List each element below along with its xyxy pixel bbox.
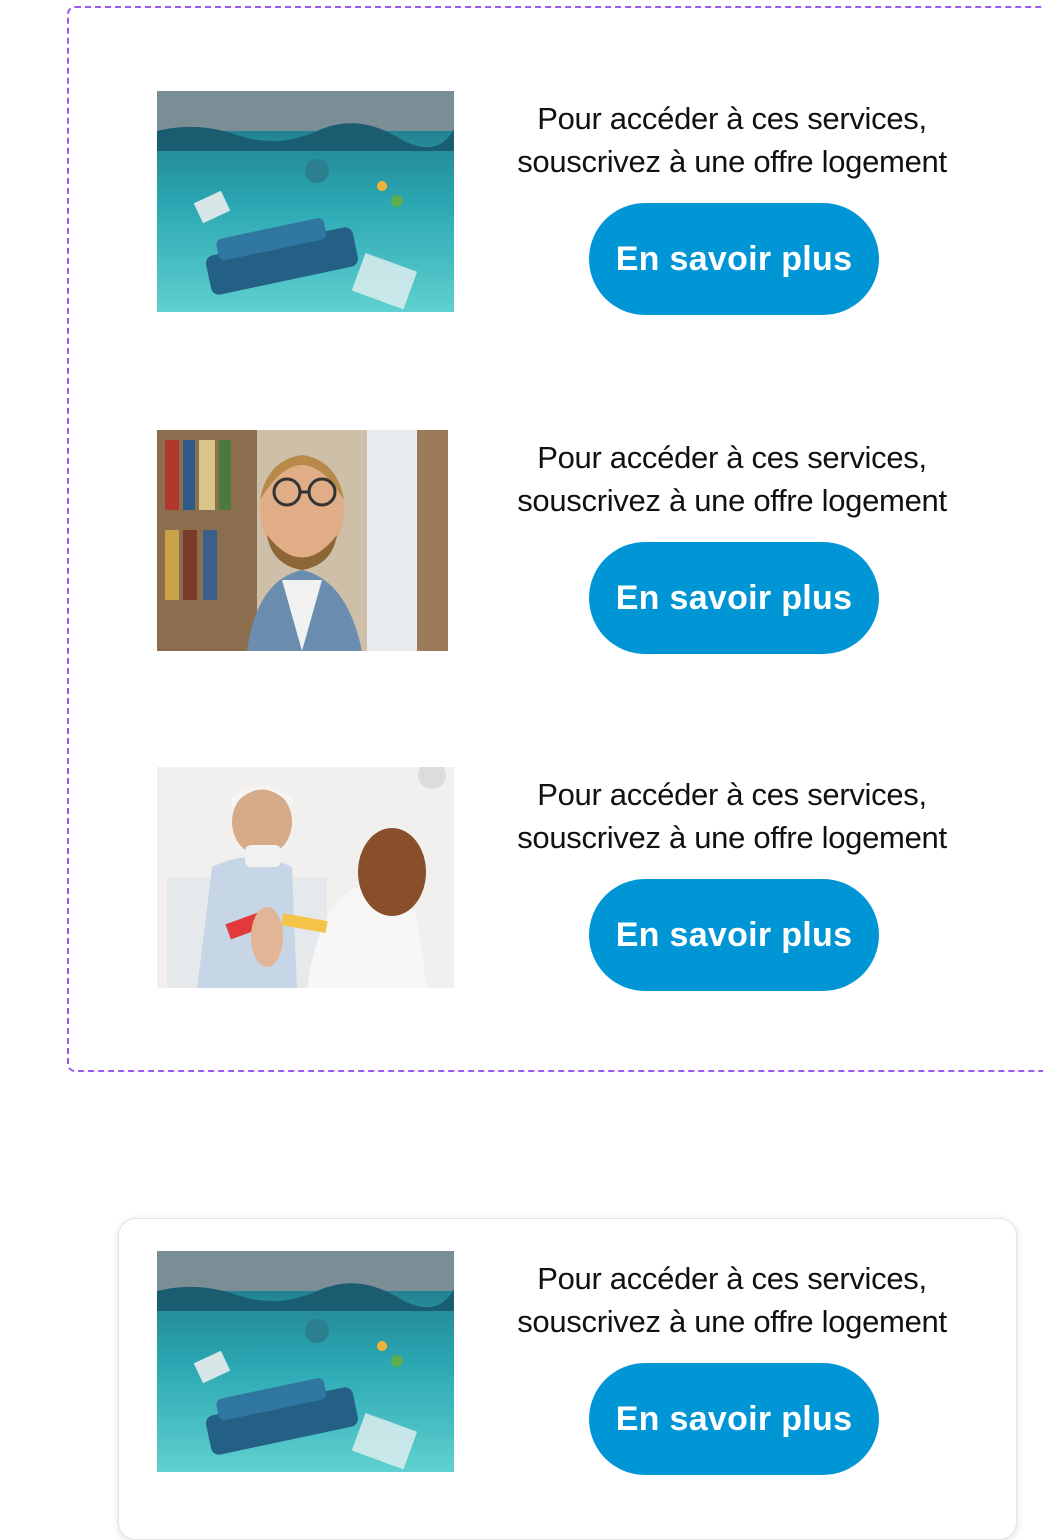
flooded-room-image [157, 1251, 454, 1472]
message-line-1: Pour accéder à ces services, [537, 1261, 927, 1296]
message-line-2: souscrivez à une offre logement [517, 820, 947, 855]
service-card-glasses: Pour accéder à ces services, souscrivez … [157, 430, 987, 660]
message-line-2: souscrivez à une offre logement [517, 1304, 947, 1339]
subscription-message: Pour accéder à ces services, souscrivez … [477, 436, 987, 522]
en-savoir-plus-button[interactable]: En savoir plus [589, 1363, 879, 1475]
subscription-message: Pour accéder à ces services, souscrivez … [477, 97, 987, 183]
service-card-hospital: Pour accéder à ces services, souscrivez … [157, 767, 987, 997]
message-line-1: Pour accéder à ces services, [537, 101, 927, 136]
subscription-message: Pour accéder à ces services, souscrivez … [477, 1257, 987, 1343]
en-savoir-plus-button[interactable]: En savoir plus [589, 203, 879, 315]
service-card-flood-standalone: Pour accéder à ces services, souscrivez … [157, 1251, 987, 1481]
message-line-1: Pour accéder à ces services, [537, 777, 927, 812]
en-savoir-plus-button[interactable]: En savoir plus [589, 879, 879, 991]
man-with-broken-glasses-image [157, 430, 448, 651]
message-line-2: souscrivez à une offre logement [517, 483, 947, 518]
message-line-1: Pour accéder à ces services, [537, 440, 927, 475]
message-line-2: souscrivez à une offre logement [517, 144, 947, 179]
flooded-room-image [157, 91, 454, 312]
en-savoir-plus-button[interactable]: En savoir plus [589, 542, 879, 654]
service-card-flood: Pour accéder à ces services, souscrivez … [157, 91, 987, 321]
subscription-message: Pour accéder à ces services, souscrivez … [477, 773, 987, 859]
injured-man-in-hospital-image [157, 767, 454, 988]
